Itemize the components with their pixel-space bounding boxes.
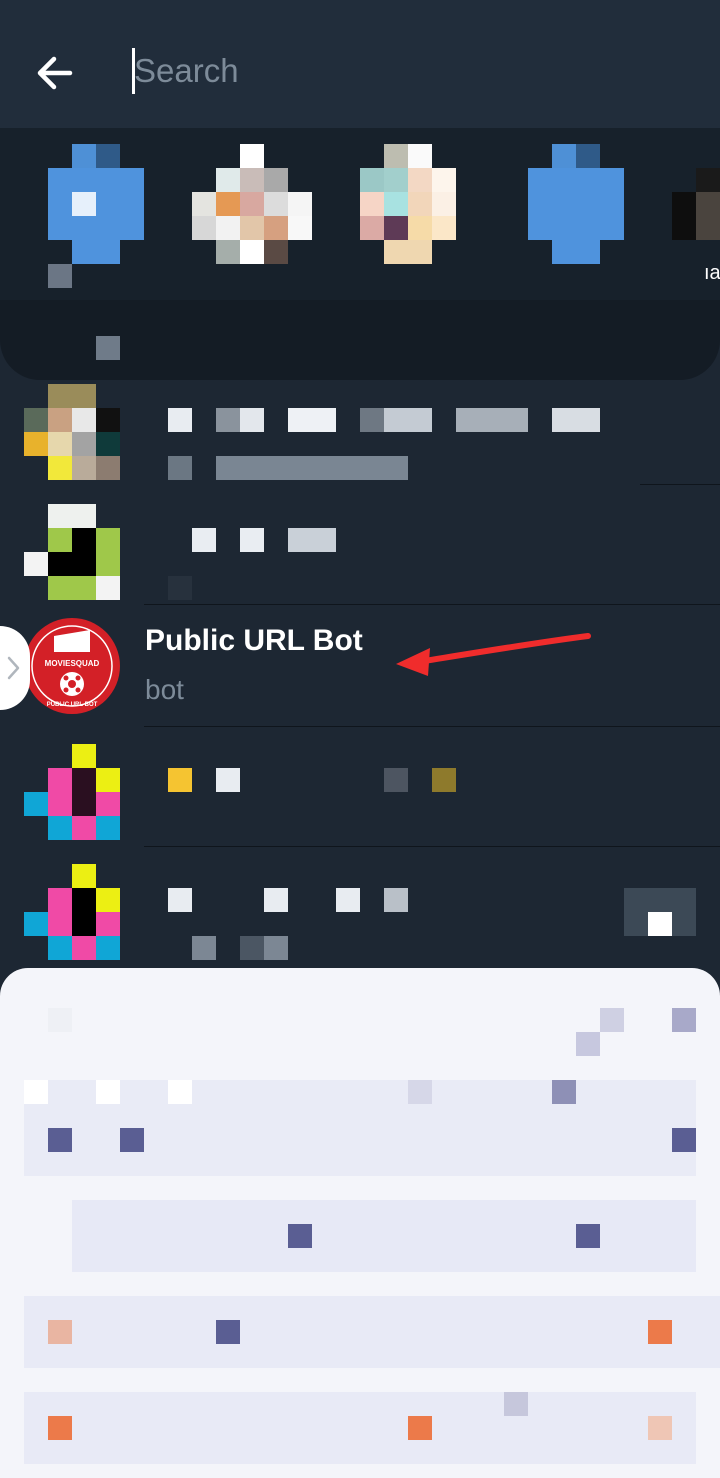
story-avatar[interactable]	[48, 144, 144, 288]
story-avatar[interactable]	[360, 144, 456, 264]
list-item[interactable]	[0, 726, 720, 847]
search-input[interactable]	[134, 44, 674, 98]
story-avatar[interactable]	[672, 168, 720, 240]
chat-subtitle: bot	[145, 674, 184, 705]
logo-text-bottom: PUBLIC URL BOT	[47, 702, 98, 708]
back-button[interactable]	[30, 50, 80, 96]
moviesquad-logo-icon: MOVIESQUAD PUBLIC URL BOT	[26, 620, 118, 712]
avatar	[24, 384, 120, 480]
chevron-right-icon	[7, 656, 20, 680]
stories-shadow	[0, 300, 720, 380]
search-field[interactable]	[132, 44, 692, 98]
stories-strip: ıa	[0, 128, 720, 318]
story-avatar[interactable]	[528, 144, 624, 264]
bot-avatar: MOVIESQUAD PUBLIC URL BOT	[24, 618, 120, 714]
on-screen-keyboard[interactable]	[0, 968, 720, 1478]
arrow-left-icon	[37, 56, 73, 90]
avatar	[24, 504, 120, 600]
avatar	[24, 744, 120, 840]
list-item[interactable]	[0, 846, 720, 966]
swipe-handle[interactable]	[0, 626, 30, 710]
logo-text-top: MOVIESQUAD	[45, 659, 100, 668]
story-label: ıa	[704, 262, 720, 284]
search-header	[0, 0, 720, 128]
annotation-arrow	[396, 633, 591, 676]
divider	[144, 604, 720, 605]
story-avatar[interactable]	[192, 144, 312, 264]
chat-title: Public URL Bot	[145, 624, 363, 657]
avatar	[24, 864, 120, 960]
list-item[interactable]	[0, 484, 720, 605]
